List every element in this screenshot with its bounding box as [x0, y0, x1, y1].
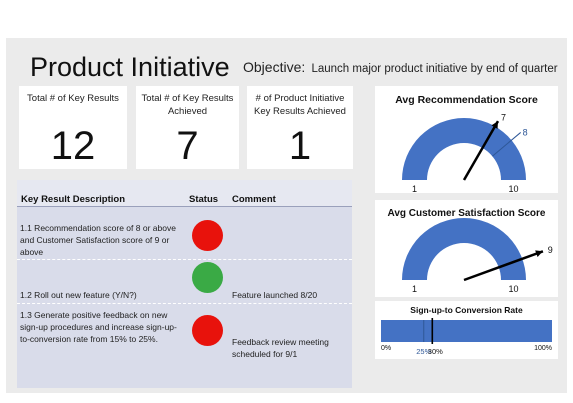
kpi-label: # of Product Initiative Key Results Achi…	[254, 93, 346, 117]
page-title: Product Initiative	[30, 52, 230, 82]
kpi-value: 1	[288, 124, 312, 168]
kpi-card-total-key-results: Total # of Key Results 12	[19, 86, 127, 169]
gauge-min-label: 1	[412, 284, 417, 294]
gauge-value-label: 9	[548, 245, 553, 255]
row-divider	[17, 259, 352, 260]
conversion-value-label: 30%	[428, 347, 443, 356]
row2-comment: Feature launched 8/20	[232, 290, 318, 300]
objective: Objective: Launch major product initiati…	[243, 59, 558, 75]
kpi-label: Total # of Key Results	[27, 93, 119, 104]
row1-description: 1.1 Recommendation score of 8 or above a…	[20, 223, 176, 257]
gauge-target-label: 8	[523, 127, 528, 137]
kpi-card-key-results-achieved: Total # of Key Results Achieved 7	[136, 86, 239, 169]
satisfaction-gauge-panel: Avg Customer Satisfaction Score 9 1 10	[375, 200, 558, 297]
header-status: Status	[189, 194, 219, 205]
conversion-min-label: 0%	[381, 345, 391, 352]
conversion-rate-panel: Sign-up-to Conversion Rate 0% 100% 25% 3…	[375, 301, 558, 359]
row2-description: 1.2 Roll out new feature (Y/N?)	[20, 290, 137, 300]
gauge-max-label: 10	[508, 284, 518, 294]
kpi-value: 7	[176, 124, 199, 168]
gauge-value-label: 7	[501, 113, 506, 123]
kpi-label: Total # of Key Results Achieved	[141, 93, 234, 117]
objective-label: Objective:	[243, 59, 306, 75]
row3-comment: Feedback review meeting scheduled for 9/…	[232, 337, 329, 359]
gauge-arc	[402, 218, 526, 280]
recommendation-gauge-panel: Avg Recommendation Score 8 7 1 10	[375, 86, 558, 193]
objective-text: Launch major product initiative by end o…	[311, 63, 558, 75]
conversion-bar	[381, 320, 552, 342]
row2-status-indicator	[192, 262, 223, 293]
recommendation-gauge: 8 7 1 10	[402, 113, 528, 193]
kpi-value: 12	[50, 124, 96, 168]
row1-status-indicator	[192, 220, 223, 251]
header-comment: Comment	[232, 194, 276, 205]
satisfaction-gauge: 9 1 10	[402, 218, 553, 294]
kpi-card-product-initiative-achieved: # of Product Initiative Key Results Achi…	[247, 86, 353, 169]
gauge-max-label: 10	[508, 184, 518, 193]
row3-status-indicator	[192, 315, 223, 346]
row3-description: 1.3 Generate positive feedback on new si…	[20, 310, 177, 344]
conversion-max-label: 100%	[534, 345, 552, 352]
conversion-bullet-chart: 0% 100% 25% 30%	[381, 318, 552, 356]
gauge-min-label: 1	[412, 184, 417, 193]
gauge-arc	[402, 118, 526, 180]
header-description: Key Result Description	[21, 194, 125, 205]
row-divider	[17, 303, 352, 304]
